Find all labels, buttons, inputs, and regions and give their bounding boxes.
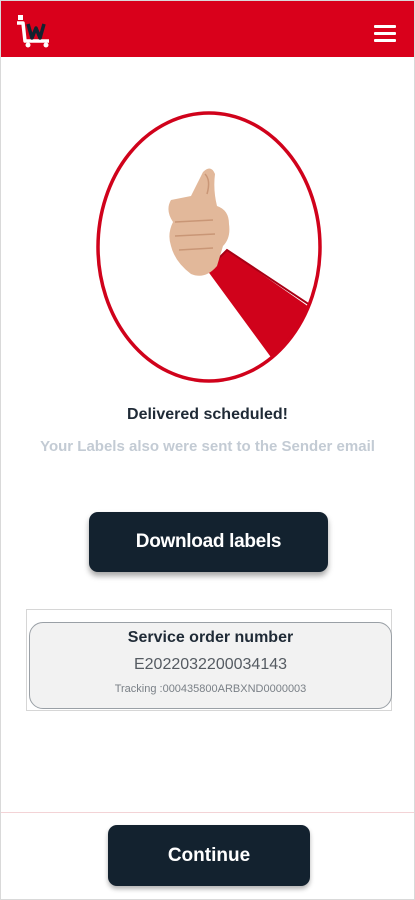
service-order-card: Service order number E2022032200034143 T…	[29, 622, 392, 709]
iw-cart-logo[interactable]	[15, 13, 55, 49]
tracking-number: Tracking :000435800ARBXND0000003	[114, 683, 307, 695]
thumbs-up-icon	[96, 111, 322, 383]
app-screen: Delivered scheduled! Your Labels also we…	[0, 0, 415, 900]
hamburger-icon[interactable]	[374, 25, 396, 43]
status-subtitle: Your Labels also were sent to the Sender…	[40, 438, 375, 455]
continue-button[interactable]: Continue	[108, 825, 310, 886]
footer-divider	[1, 812, 414, 813]
download-labels-button[interactable]: Download labels	[89, 512, 328, 572]
service-order-panel: Service order number E2022032200034143 T…	[26, 609, 392, 711]
service-order-label: Service order number	[127, 629, 294, 646]
service-order-number: E2022032200034143	[133, 656, 288, 673]
status-title: Delivered scheduled!	[127, 406, 288, 423]
app-header	[1, 1, 414, 57]
